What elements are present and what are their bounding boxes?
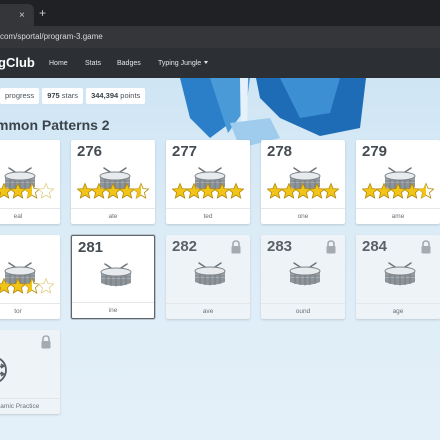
- star-icon: [37, 277, 54, 294]
- star-icon: [362, 182, 379, 199]
- star-icon: [294, 182, 312, 199]
- lesson-card[interactable]: 85 namic Practice: [0, 330, 60, 414]
- lock-icon: [326, 240, 336, 254]
- lesson-number: 277: [172, 143, 198, 160]
- star-icon: [403, 182, 421, 199]
- star-icon: [9, 277, 27, 294]
- lesson-card[interactable]: 283 ound: [261, 235, 345, 319]
- nav-home[interactable]: Home: [49, 59, 68, 68]
- star-icon: [308, 182, 326, 199]
- url-text[interactable]: com/sportal/program-3.game: [0, 32, 103, 42]
- lesson-pattern-label: ate: [71, 208, 155, 224]
- star-icon: [227, 182, 244, 199]
- lesson-card[interactable]: 277 ted: [166, 140, 250, 224]
- lesson-pattern-label: namic Practice: [0, 398, 60, 414]
- star-rating: [172, 182, 244, 199]
- shuffle-list-icon: [0, 357, 7, 383]
- star-icon: [118, 182, 136, 199]
- star-icon: [90, 182, 108, 199]
- star-icon: [280, 182, 298, 199]
- lesson-number: 278: [267, 143, 293, 160]
- site-logo[interactable]: gClub: [0, 56, 35, 70]
- lesson-pattern-label: ave: [166, 303, 250, 319]
- progress-strip: progress 975 stars 344,394 points: [0, 88, 146, 104]
- star-rating: [362, 182, 434, 199]
- points-pill: 344,394 points: [86, 88, 146, 104]
- lock-icon: [421, 240, 431, 254]
- star-icon: [375, 182, 393, 199]
- browser-tab-bar: × +: [0, 0, 440, 26]
- star-icon: [0, 182, 13, 199]
- lesson-pattern-label: ound: [261, 303, 345, 319]
- lesson-number: 276: [77, 143, 103, 160]
- lesson-card[interactable]: 284 age: [356, 235, 440, 319]
- drum-icon: [384, 262, 416, 286]
- lesson-pattern-label: age: [356, 303, 440, 319]
- star-icon: [213, 182, 231, 199]
- lesson-card[interactable]: 282 ave: [166, 235, 250, 319]
- star-icon: [322, 182, 339, 199]
- drum-icon: [194, 262, 226, 286]
- address-bar[interactable]: com/sportal/program-3.game: [0, 26, 440, 48]
- stars-pill: 975 stars: [42, 88, 84, 104]
- new-tab-icon[interactable]: +: [39, 7, 46, 19]
- section-title: mmon Patterns 2: [0, 117, 110, 133]
- lesson-pattern-label: one: [261, 208, 345, 224]
- star-icon: [267, 182, 284, 199]
- star-icon: [104, 182, 122, 199]
- star-icon: [389, 182, 407, 199]
- lesson-number: 281: [78, 239, 104, 256]
- drum-icon: [100, 263, 132, 287]
- lesson-card[interactable]: 80 tor: [0, 235, 60, 319]
- stars-value: 975: [47, 91, 60, 100]
- close-tab-icon[interactable]: ×: [19, 11, 25, 21]
- lesson-pattern-label: ame: [356, 208, 440, 224]
- lesson-number: 282: [172, 238, 198, 255]
- browser-tab[interactable]: ×: [0, 4, 34, 26]
- lesson-card[interactable]: 281 ine: [71, 235, 155, 319]
- lesson-card[interactable]: 279 ame: [356, 140, 440, 224]
- lesson-number: 284: [362, 238, 388, 255]
- star-rating: [267, 182, 339, 199]
- lesson-pattern-label: tor: [0, 303, 60, 319]
- nav-stats[interactable]: Stats: [85, 59, 101, 68]
- stars-unit: stars: [61, 91, 79, 100]
- star-icon: [37, 182, 54, 199]
- lock-icon: [41, 335, 51, 349]
- drum-icon: [289, 262, 321, 286]
- points-value: 344,394: [91, 91, 119, 100]
- star-rating: [0, 182, 54, 199]
- points-unit: points: [120, 91, 141, 100]
- lesson-number: 279: [362, 143, 388, 160]
- site-navbar: gClub Home Stats Badges Typing Jungle: [0, 48, 440, 78]
- main-content: progress 975 stars 344,394 points mmon P…: [0, 78, 440, 440]
- lesson-pattern-label: eal: [0, 208, 60, 224]
- nav-typing-jungle-label: Typing Jungle: [158, 60, 202, 67]
- nav-typing-jungle[interactable]: Typing Jungle: [158, 59, 209, 68]
- lesson-pattern-label: ine: [72, 302, 154, 318]
- progress-pill: progress: [0, 88, 40, 104]
- star-icon: [172, 182, 189, 199]
- lesson-card[interactable]: 278 one: [261, 140, 345, 224]
- star-icon: [9, 182, 27, 199]
- star-rating: [77, 182, 149, 199]
- star-rating: [0, 277, 54, 294]
- nav-badges[interactable]: Badges: [117, 59, 141, 68]
- star-icon: [77, 182, 94, 199]
- lesson-pattern-label: ted: [166, 208, 250, 224]
- lesson-card[interactable]: 276 ate: [71, 140, 155, 224]
- lesson-card[interactable]: 75 eal: [0, 140, 60, 224]
- chevron-down-icon: [204, 61, 209, 64]
- lock-icon: [231, 240, 241, 254]
- star-icon: [0, 277, 13, 294]
- star-icon: [199, 182, 217, 199]
- lesson-number: 283: [267, 238, 293, 255]
- star-icon: [185, 182, 203, 199]
